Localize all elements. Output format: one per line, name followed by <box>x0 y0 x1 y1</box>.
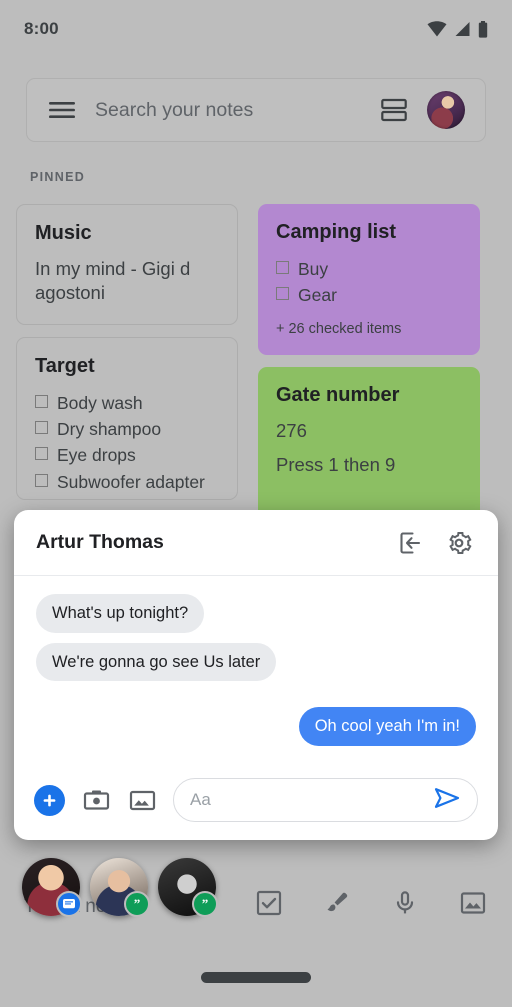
gesture-nav-bar[interactable] <box>201 972 311 983</box>
image-icon[interactable] <box>458 888 488 918</box>
search-input[interactable]: Search your notes <box>95 99 361 122</box>
note-checklist-item[interactable]: Gear <box>276 282 462 308</box>
account-avatar[interactable] <box>427 91 465 129</box>
exit-to-app-icon[interactable] <box>394 526 428 560</box>
hamburger-menu-icon[interactable] <box>47 95 77 125</box>
checkbox-icon[interactable] <box>35 394 48 408</box>
note-title: Gate number <box>276 383 400 406</box>
note-title: Camping list <box>276 221 397 243</box>
note-body: 276 <box>276 419 307 441</box>
note-checklist-item[interactable]: Body wash <box>35 390 219 416</box>
checkbox-icon[interactable] <box>35 421 48 435</box>
message-input-placeholder: Aa <box>190 790 211 809</box>
cellular-signal-icon <box>455 22 470 36</box>
plus-icon[interactable] <box>34 784 65 816</box>
chat-bubble-incoming: We're gonna go see Us later <box>36 642 277 682</box>
checkbox-icon[interactable] <box>254 888 284 918</box>
messages-badge-icon <box>56 891 82 917</box>
bottom-action-bar <box>254 888 488 918</box>
chat-header: Artur Thomas <box>14 510 498 576</box>
battery-icon <box>478 20 488 38</box>
chat-message-row: Oh cool yeah I'm in! <box>36 707 476 746</box>
send-icon[interactable] <box>433 786 461 815</box>
hangouts-badge-icon: ” <box>124 891 150 917</box>
note-title: Music <box>35 222 92 244</box>
microphone-icon[interactable] <box>390 888 420 918</box>
note-checklist-label: Eye drops <box>57 445 136 466</box>
note-subtext: Press 1 then 9 <box>276 453 396 475</box>
chat-head-2[interactable]: ” <box>90 858 150 917</box>
chat-message-row: What's up tonight? <box>36 594 476 633</box>
message-input-field[interactable]: Aa <box>173 778 478 822</box>
note-card-gate[interactable]: Gate number 276 Press 1 then 9 <box>258 366 480 527</box>
status-clock: 8:00 <box>24 19 59 38</box>
checkbox-icon[interactable] <box>35 447 48 461</box>
chat-heads: ” ” <box>22 858 218 917</box>
image-icon[interactable] <box>127 785 157 815</box>
note-body: In my mind - Gigi d agostoni <box>35 258 191 304</box>
chat-overlay: Artur Thomas What's up tonight? We're go… <box>14 510 498 840</box>
note-checklist-item[interactable]: Dry shampoo <box>35 416 219 442</box>
note-checklist-label: Gear <box>298 285 337 306</box>
brush-icon[interactable] <box>322 888 352 918</box>
phone-screen: 8:00 Search your notes PINNED Music In m… <box>0 0 512 1007</box>
checkbox-icon[interactable] <box>276 261 289 274</box>
checkbox-icon[interactable] <box>276 287 289 301</box>
note-checklist-label: Buy <box>298 259 329 279</box>
note-card-music[interactable]: Music In my mind - Gigi d agostoni <box>16 204 238 325</box>
note-checklist-item[interactable]: Eye drops <box>35 442 219 468</box>
list-view-icon[interactable] <box>379 95 409 125</box>
chat-message-row: We're gonna go see Us later <box>36 642 476 682</box>
chat-head-3[interactable]: ” <box>158 858 218 917</box>
note-checklist-label: Body wash <box>57 392 143 413</box>
svg-text:”: ” <box>134 897 141 911</box>
svg-text:”: ” <box>202 897 209 911</box>
chat-contact-name: Artur Thomas <box>36 531 164 553</box>
hangouts-badge-icon: ” <box>192 891 218 917</box>
pinned-section-label: PINNED <box>30 170 86 184</box>
chat-head-1[interactable] <box>22 858 82 917</box>
note-title: Target <box>35 354 95 377</box>
chat-input-bar: Aa <box>14 766 498 840</box>
gear-icon[interactable] <box>442 526 476 560</box>
note-checklist-label: Dry shampoo <box>57 419 162 440</box>
note-checklist-item[interactable]: Subwoofer adapter <box>35 469 219 495</box>
checkbox-icon[interactable] <box>35 473 48 487</box>
status-bar: 8:00 <box>0 0 512 58</box>
status-icons <box>427 20 488 38</box>
search-bar[interactable]: Search your notes <box>26 78 486 142</box>
chat-bubble-incoming: What's up tonight? <box>36 594 205 633</box>
note-checklist-label: Subwoofer adapter <box>57 471 205 492</box>
wifi-icon <box>427 21 447 37</box>
chat-message-list: What's up tonight? We're gonna go see Us… <box>14 576 498 766</box>
note-card-camping[interactable]: Camping list Buy Gear + 26 checked items <box>258 204 480 355</box>
note-checklist-item[interactable]: Buy <box>276 256 462 282</box>
note-checked-count: + 26 checked items <box>276 320 402 337</box>
camera-icon[interactable] <box>81 785 111 815</box>
chat-bubble-outgoing: Oh cool yeah I'm in! <box>298 707 476 746</box>
note-card-target[interactable]: Target Body wash Dry shampoo Eye drops S… <box>16 336 238 500</box>
